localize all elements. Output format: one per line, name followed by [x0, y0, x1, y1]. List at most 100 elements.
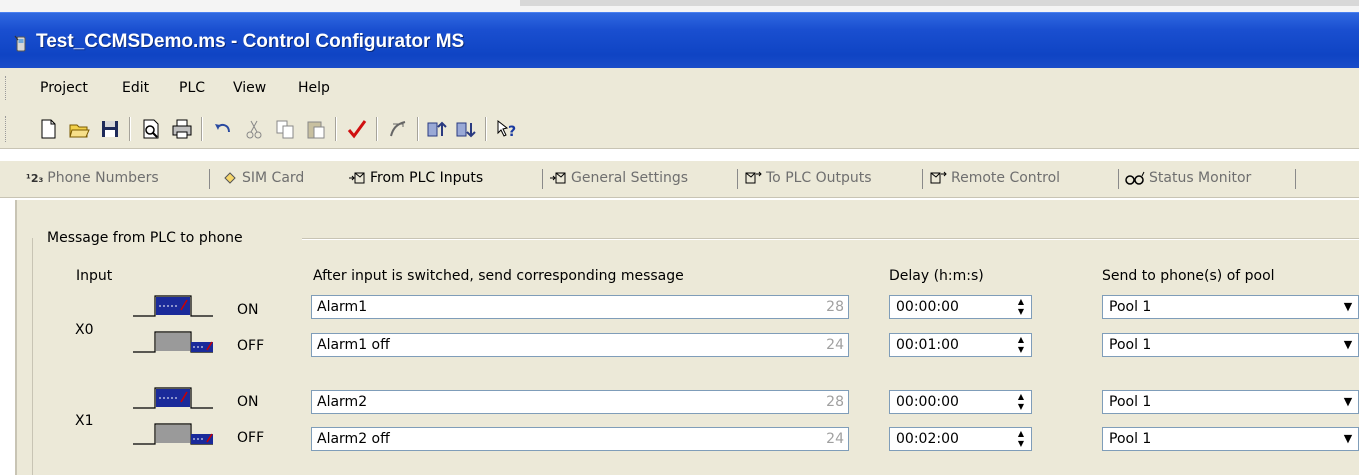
message-field[interactable]: Alarm2 off 24 — [311, 427, 849, 451]
header-message: After input is switched, send correspond… — [313, 268, 684, 284]
spin-buttons[interactable]: ▲ ▼ — [1012, 335, 1030, 355]
menu-grip[interactable] — [5, 76, 9, 100]
message-field[interactable]: Alarm1 off 24 — [311, 333, 849, 357]
check-icon[interactable] — [346, 118, 368, 140]
toolbar-separator — [201, 117, 203, 141]
dropdown-arrow-icon[interactable]: ▼ — [1340, 298, 1356, 316]
message-text: Alarm1 off — [317, 337, 390, 353]
print-icon[interactable] — [171, 118, 193, 140]
tab-to-plc-outputs[interactable]: To PLC Outputs — [744, 170, 872, 186]
delay-spinner[interactable]: 00:01:00 ▲ ▼ — [889, 333, 1032, 357]
glasses-icon — [1125, 171, 1145, 185]
spin-up-icon[interactable]: ▲ — [1012, 429, 1030, 439]
tab-separator — [1118, 169, 1119, 189]
tab-label: To PLC Outputs — [766, 170, 872, 186]
toolbar-grip[interactable] — [5, 116, 9, 142]
header-pool: Send to phone(s) of pool — [1102, 268, 1275, 284]
spin-buttons[interactable]: ▲ ▼ — [1012, 429, 1030, 449]
tab-separator — [542, 169, 543, 189]
pool-select[interactable]: Pool 1 ▼ — [1102, 333, 1359, 357]
delay-value: 00:02:00 — [896, 431, 959, 447]
signal-falling-icon — [133, 331, 213, 353]
tab-label: General Settings — [571, 170, 689, 186]
toolbar-separator — [376, 117, 378, 141]
signal-rising-icon — [133, 387, 213, 409]
tab-separator — [922, 169, 923, 189]
delay-spinner[interactable]: 00:00:00 ▲ ▼ — [889, 295, 1032, 319]
state-label-off: OFF — [237, 338, 265, 354]
spin-down-icon[interactable]: ▼ — [1012, 307, 1030, 317]
tab-label: Status Monitor — [1149, 170, 1252, 186]
input-name-x0: X0 — [75, 322, 94, 338]
pool-select[interactable]: Pool 1 ▼ — [1102, 390, 1359, 414]
message-field[interactable]: Alarm1 28 — [311, 295, 849, 319]
title-bar[interactable]: Test_CCMSDemo.ms - Control Configurator … — [0, 12, 1359, 69]
spin-down-icon[interactable]: ▼ — [1012, 402, 1030, 412]
tab-sim-card[interactable]: SIM Card — [222, 170, 304, 186]
toolbar-separator — [485, 117, 487, 141]
toolbar-separator — [129, 117, 131, 141]
cut-icon[interactable] — [243, 118, 265, 140]
spin-down-icon[interactable]: ▼ — [1012, 345, 1030, 355]
tab-from-plc-inputs[interactable]: From PLC Inputs — [348, 170, 483, 186]
edit-script-icon[interactable] — [387, 118, 409, 140]
spin-up-icon[interactable]: ▲ — [1012, 392, 1030, 402]
paste-icon[interactable] — [305, 118, 327, 140]
spin-down-icon[interactable]: ▼ — [1012, 439, 1030, 449]
help-icon[interactable]: ? — [495, 118, 517, 140]
copy-icon[interactable] — [274, 118, 296, 140]
tab-separator — [737, 169, 738, 189]
toolbar-separator — [417, 117, 419, 141]
spin-up-icon[interactable]: ▲ — [1012, 297, 1030, 307]
header-input: Input — [76, 268, 113, 284]
remote-control-icon — [930, 171, 947, 184]
pool-select[interactable]: Pool 1 ▼ — [1102, 295, 1359, 319]
char-counter: 28 — [826, 299, 844, 315]
dropdown-arrow-icon[interactable]: ▼ — [1340, 336, 1356, 354]
app-phone-icon — [14, 35, 26, 52]
phone-numbers-icon: ¹2₃ — [26, 171, 44, 185]
pool-value: Pool 1 — [1109, 431, 1152, 447]
spin-buttons[interactable]: ▲ ▼ — [1012, 297, 1030, 317]
state-label-on: ON — [237, 394, 259, 410]
print-preview-icon[interactable] — [140, 118, 162, 140]
char-counter: 24 — [826, 431, 844, 447]
pool-select[interactable]: Pool 1 ▼ — [1102, 427, 1359, 451]
input-name-x1: X1 — [75, 413, 94, 429]
message-text: Alarm1 — [317, 299, 368, 315]
dropdown-arrow-icon[interactable]: ▼ — [1340, 393, 1356, 411]
dropdown-arrow-icon[interactable]: ▼ — [1340, 430, 1356, 448]
message-text: Alarm2 — [317, 394, 368, 410]
toolbar: ? — [0, 108, 1359, 149]
tab-status-monitor[interactable]: Status Monitor — [1125, 170, 1251, 186]
tab-strip: ¹2₃ Phone Numbers SIM Card From PLC Input… — [0, 160, 1359, 198]
menu-plc[interactable]: PLC — [179, 80, 205, 96]
undo-icon[interactable] — [212, 118, 234, 140]
message-text: Alarm2 off — [317, 431, 390, 447]
menu-help[interactable]: Help — [298, 80, 330, 96]
menu-project[interactable]: Project — [40, 80, 88, 96]
upload-icon[interactable] — [426, 118, 448, 140]
tab-separator — [1295, 169, 1296, 189]
delay-spinner[interactable]: 00:02:00 ▲ ▼ — [889, 427, 1032, 451]
menu-view[interactable]: View — [233, 80, 266, 96]
tab-general-settings[interactable]: General Settings — [549, 170, 688, 186]
download-icon[interactable] — [455, 118, 477, 140]
save-icon[interactable] — [99, 118, 121, 140]
new-file-icon[interactable] — [37, 118, 59, 140]
open-folder-icon[interactable] — [68, 118, 90, 140]
tab-remote-control[interactable]: Remote Control — [929, 170, 1060, 186]
pool-value: Pool 1 — [1109, 394, 1152, 410]
header-delay: Delay (h:m:s) — [889, 268, 984, 284]
tab-phone-numbers[interactable]: ¹2₃ Phone Numbers — [26, 170, 159, 186]
signal-rising-icon — [133, 295, 213, 317]
delay-spinner[interactable]: 00:00:00 ▲ ▼ — [889, 390, 1032, 414]
spin-up-icon[interactable]: ▲ — [1012, 335, 1030, 345]
spin-buttons[interactable]: ▲ ▼ — [1012, 392, 1030, 412]
to-plc-icon — [745, 171, 762, 184]
tab-label: Remote Control — [951, 170, 1061, 186]
message-field[interactable]: Alarm2 28 — [311, 390, 849, 414]
tab-label: From PLC Inputs — [370, 170, 484, 186]
menu-edit[interactable]: Edit — [122, 80, 149, 96]
tab-label: SIM Card — [242, 170, 305, 186]
